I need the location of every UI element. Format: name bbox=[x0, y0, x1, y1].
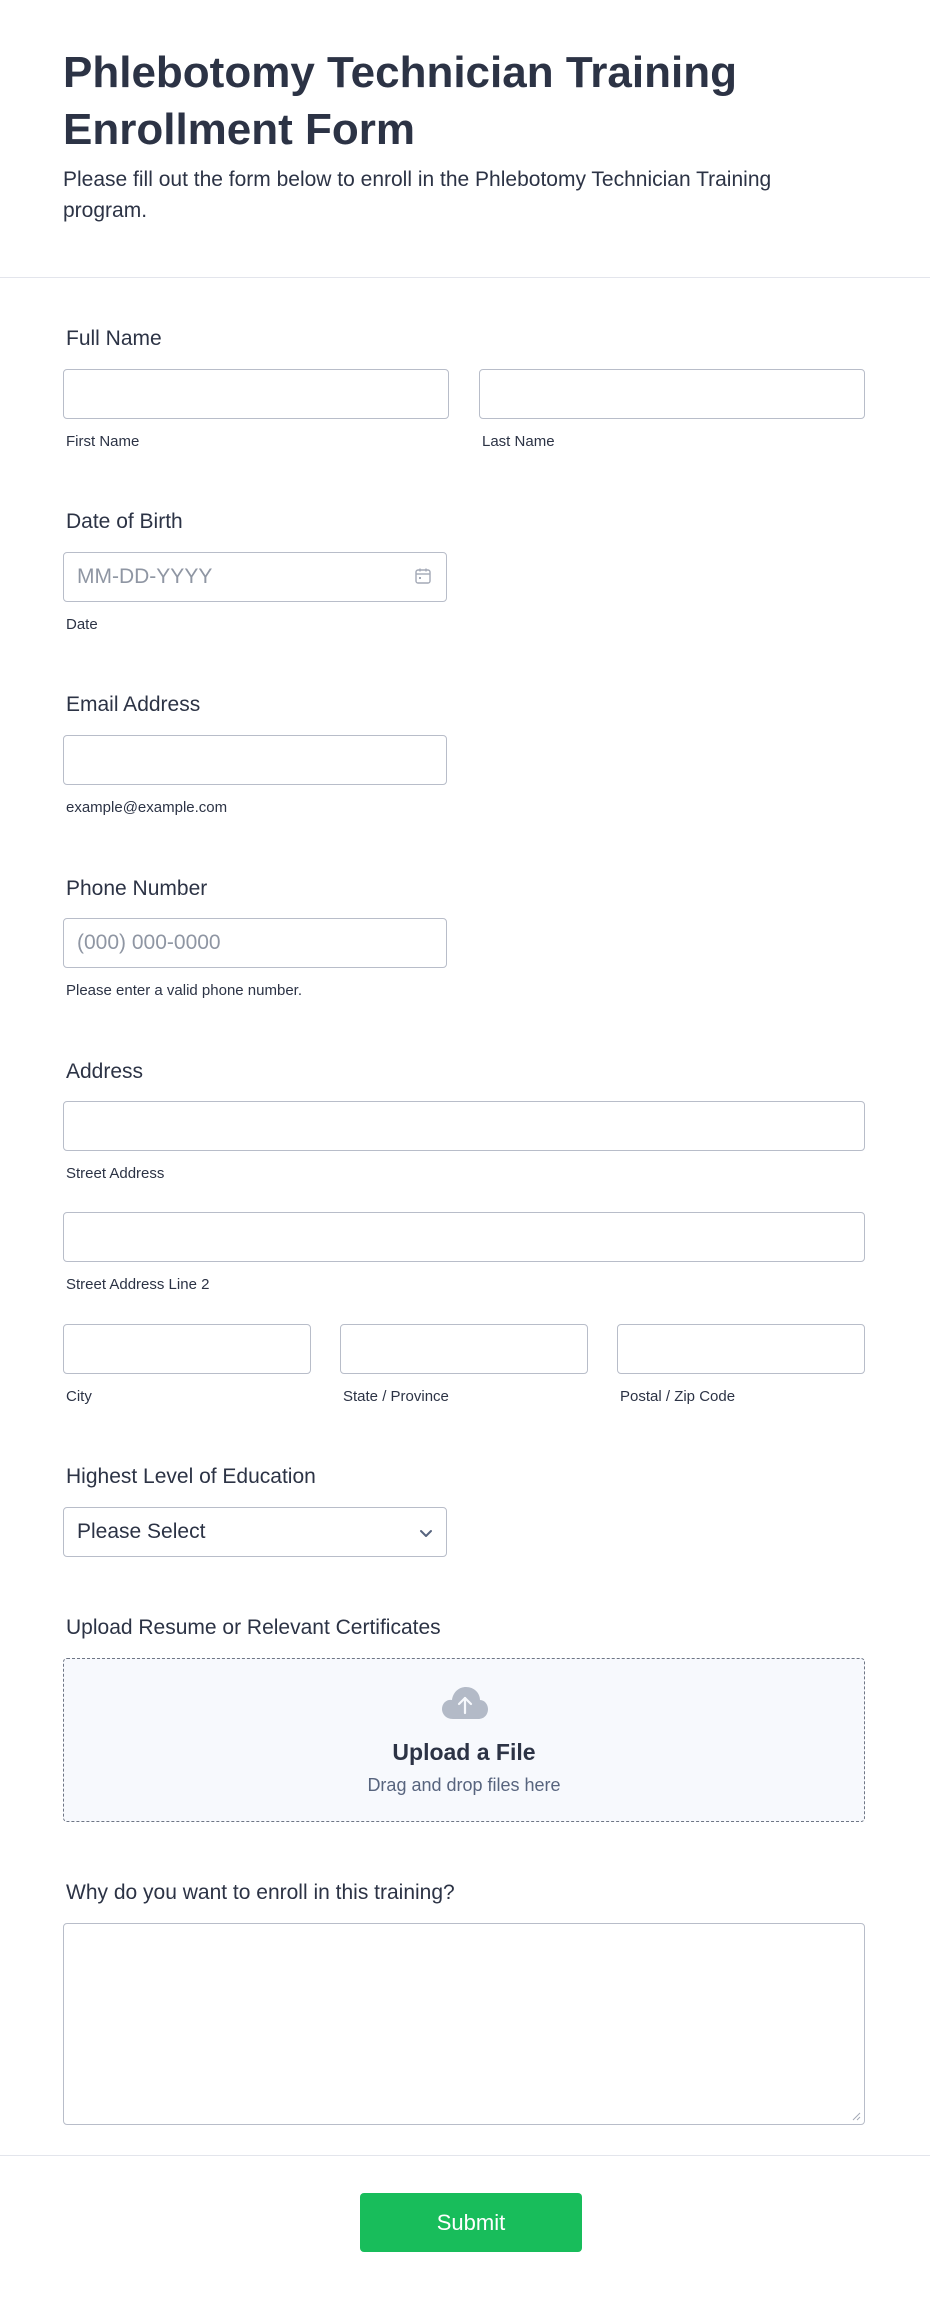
form-header: Phlebotomy Technician Training Enrollmen… bbox=[0, 0, 930, 278]
phone-sublabel: Please enter a valid phone number. bbox=[66, 982, 302, 999]
education-selected-value: Please Select bbox=[77, 1520, 206, 1543]
email-input[interactable] bbox=[63, 735, 447, 785]
phone-label: Phone Number bbox=[66, 877, 208, 900]
state-input[interactable] bbox=[340, 1324, 588, 1374]
submit-button[interactable]: Submit bbox=[360, 2193, 582, 2252]
dob-sublabel: Date bbox=[66, 616, 98, 633]
last-name-input[interactable] bbox=[479, 369, 865, 419]
upload-subtitle: Drag and drop files here bbox=[367, 1775, 561, 1795]
first-name-sublabel: First Name bbox=[66, 433, 140, 450]
full-name-label: Full Name bbox=[66, 327, 162, 350]
email-label: Email Address bbox=[66, 693, 201, 716]
calendar-icon[interactable] bbox=[414, 567, 432, 585]
file-upload-dropzone[interactable]: Upload a File Drag and drop files here bbox=[63, 1658, 865, 1822]
street-address-sublabel: Street Address bbox=[66, 1165, 165, 1182]
first-name-input[interactable] bbox=[63, 369, 449, 419]
last-name-sublabel: Last Name bbox=[482, 433, 555, 450]
footer-divider bbox=[0, 2155, 930, 2156]
resize-grip-icon[interactable] bbox=[851, 2111, 861, 2121]
upload-label: Upload Resume or Relevant Certificates bbox=[66, 1616, 441, 1639]
reason-textarea[interactable] bbox=[63, 1923, 865, 2125]
city-sublabel: City bbox=[66, 1388, 92, 1405]
dob-input[interactable]: MM-DD-YYYY bbox=[63, 552, 447, 602]
street-address-input[interactable] bbox=[63, 1101, 865, 1151]
zip-input[interactable] bbox=[617, 1324, 865, 1374]
street-address-line2-sublabel: Street Address Line 2 bbox=[66, 1276, 210, 1293]
page-title: Phlebotomy Technician Training Enrollmen… bbox=[63, 48, 737, 154]
page-subtitle: Please fill out the form below to enroll… bbox=[63, 168, 772, 222]
dob-label: Date of Birth bbox=[66, 510, 183, 533]
cloud-upload-icon bbox=[442, 1687, 488, 1719]
chevron-down-icon bbox=[420, 1530, 432, 1537]
dob-placeholder: MM-DD-YYYY bbox=[77, 565, 213, 588]
phone-placeholder: (000) 000-0000 bbox=[77, 931, 221, 954]
education-label: Highest Level of Education bbox=[66, 1465, 316, 1488]
state-sublabel: State / Province bbox=[343, 1388, 449, 1405]
upload-title: Upload a File bbox=[392, 1739, 536, 1765]
phone-input[interactable]: (000) 000-0000 bbox=[63, 918, 447, 968]
education-select[interactable]: Please Select bbox=[63, 1507, 447, 1557]
reason-label: Why do you want to enroll in this traini… bbox=[66, 1881, 455, 1904]
street-address-line2-input[interactable] bbox=[63, 1212, 865, 1262]
email-sublabel: example@example.com bbox=[66, 799, 228, 816]
zip-sublabel: Postal / Zip Code bbox=[620, 1388, 736, 1405]
city-input[interactable] bbox=[63, 1324, 311, 1374]
address-label: Address bbox=[66, 1060, 144, 1083]
